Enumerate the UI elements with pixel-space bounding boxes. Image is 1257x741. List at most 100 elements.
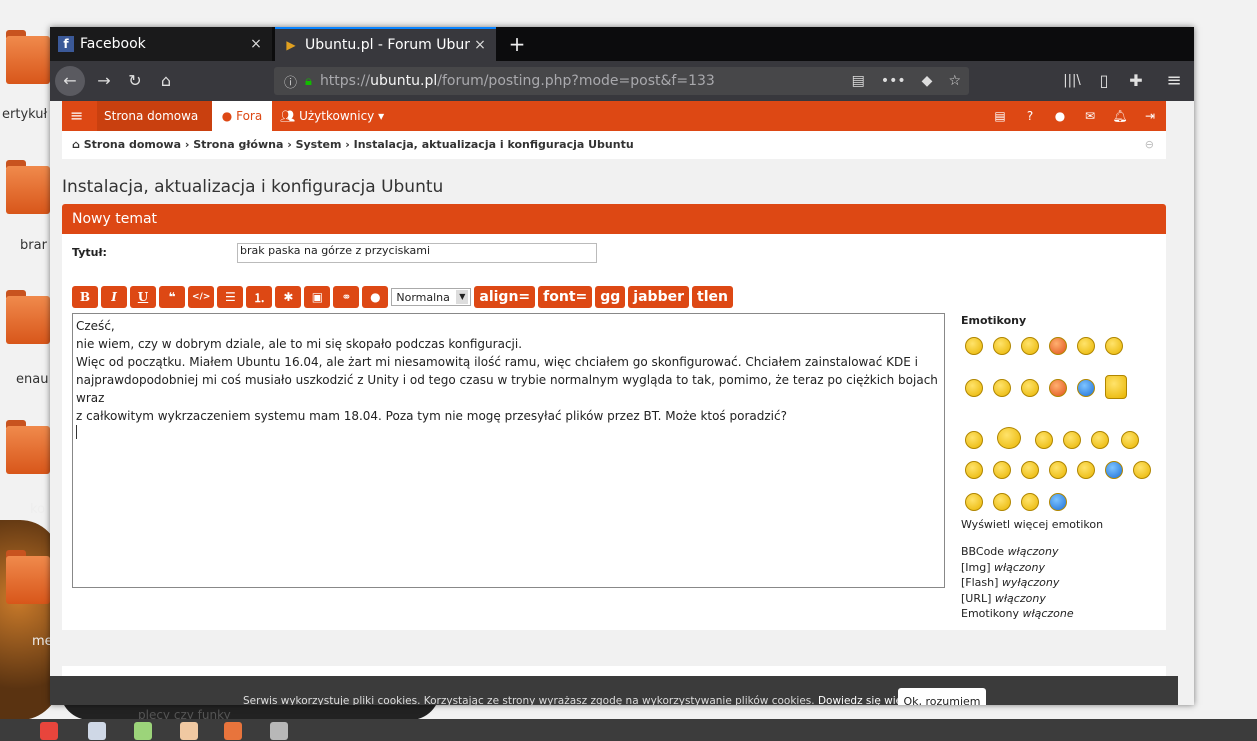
emoticon-icon[interactable] [965,493,983,511]
nav-users-link[interactable]: 👥︎ Użytkownicy ▾ [280,101,384,131]
emoticon-icon[interactable] [1049,379,1067,397]
sidebar-toggle-icon[interactable]: ▯ [1092,69,1116,93]
ordered-list-button[interactable]: ⒈ [246,286,273,308]
logout-icon[interactable]: ⇥ [1142,108,1158,124]
tlen-button[interactable]: tlen [692,286,733,308]
help-icon[interactable]: ? [1022,108,1038,124]
emoticon-icon[interactable] [993,493,1011,511]
extension-icon[interactable]: ✚ [1124,69,1148,93]
presentation-launcher-icon[interactable] [180,722,198,740]
pocket-icon[interactable]: ◆ [922,73,933,89]
emoticon-icon[interactable] [1049,493,1067,511]
emoticon-icon[interactable] [1121,431,1139,449]
reload-button[interactable]: ↻ [123,69,147,93]
list-button[interactable]: ☰ [217,286,244,308]
nav-fora-link[interactable]: ● Fora [212,101,272,131]
color-button[interactable]: ● [362,286,389,308]
desktop-folder-icon[interactable] [6,420,50,474]
emoticon-icon[interactable] [1133,461,1151,479]
subject-label: Tytuł: [72,246,107,259]
emoticon-grid [961,333,1161,533]
subject-input[interactable]: brak paska na górze z przyciskami [237,243,597,263]
url-bar[interactable]: ⓘ 🔒︎ https://ubuntu.pl/forum/posting.php… [274,67,969,95]
rss-icon[interactable]: ▤ [992,108,1008,124]
back-button[interactable]: ← [55,66,85,96]
breadcrumb-item[interactable]: Instalacja, aktualizacja i konfiguracja … [354,138,634,151]
quote-button[interactable]: ❝ [159,286,185,308]
inbox-icon[interactable]: ✉ [1082,108,1098,124]
cookie-accept-button[interactable]: Ok, rozumiem [898,688,986,705]
library-icon[interactable]: |||\ [1060,69,1084,93]
emoticon-icon[interactable] [993,461,1011,479]
font-size-select[interactable]: Normalna ▼ [391,288,472,306]
reader-view-icon[interactable]: ▤ [852,73,865,89]
breadcrumb-item[interactable]: Strona główna [193,138,283,151]
list-item-button[interactable]: ✱ [275,286,302,308]
emoticon-icon[interactable] [1049,337,1067,355]
menu-icon[interactable]: ≡ [70,101,86,131]
underline-button[interactable]: U [130,286,156,308]
emoticon-icon[interactable] [1035,431,1053,449]
breadcrumb-item[interactable]: System [296,138,342,151]
emoticon-icon[interactable] [1105,337,1123,355]
emoticon-icon[interactable] [1021,461,1039,479]
emoticon-icon[interactable] [965,461,983,479]
emoticon-icon[interactable] [1091,431,1109,449]
breadcrumb-item[interactable]: Strona domowa [84,138,181,151]
chrome-launcher-icon[interactable] [40,722,58,740]
emoticon-icon[interactable] [993,337,1011,355]
close-tab-icon[interactable]: × [470,37,490,53]
document-launcher-icon[interactable] [88,722,106,740]
more-emoticons-link[interactable]: Wyświetl więcej emotikon [961,518,1103,531]
tab-ubuntu-forum[interactable]: ▶ Ubuntu.pl - Forum Ubuntu × [275,27,496,61]
emoticon-icon[interactable] [965,337,983,355]
notifications-bell-icon[interactable]: 🔔︎ [1112,108,1128,124]
emoticon-icon[interactable] [997,427,1021,449]
italic-button[interactable]: I [101,286,127,308]
emoticon-icon[interactable] [1021,337,1039,355]
emoticon-icon[interactable] [1021,493,1039,511]
site-info-icon[interactable]: ⓘ [284,72,297,91]
bold-button[interactable]: B [72,286,98,308]
calendar-launcher-icon[interactable] [270,722,288,740]
hamburger-menu-icon[interactable]: ≡ [1162,69,1186,93]
emoticon-icon[interactable] [1077,379,1095,397]
jabber-button[interactable]: jabber [628,286,689,308]
spreadsheet-launcher-icon[interactable] [134,722,152,740]
emoticon-icon[interactable] [1077,337,1095,355]
emoticons-title: Emotikony [961,314,1027,327]
gg-button[interactable]: gg [595,286,626,308]
close-tab-icon[interactable]: × [246,36,266,52]
desktop-folder-icon[interactable] [6,550,50,604]
nav-home-link[interactable]: Strona domowa [104,101,198,131]
emoticon-icon[interactable] [1105,375,1127,399]
align-button[interactable]: align= [474,286,536,308]
desktop-folder-icon[interactable] [6,160,50,214]
emoticon-icon[interactable] [965,431,983,449]
link-button[interactable]: ⚭ [333,286,360,308]
emoticon-icon[interactable] [1105,461,1123,479]
tab-facebook[interactable]: f Facebook × [50,27,272,61]
collapse-icon[interactable]: ⊖ [1145,131,1154,159]
user-icon[interactable]: ● [1052,108,1068,124]
emoticon-icon[interactable] [1077,461,1095,479]
emoticon-icon[interactable] [993,379,1011,397]
new-tab-button[interactable]: + [506,32,528,56]
url-text[interactable]: https://ubuntu.pl/forum/posting.php?mode… [320,73,844,89]
forward-button[interactable]: → [92,69,116,93]
message-textarea[interactable]: Cześć, nie wiem, czy w dobrym dziale, al… [72,313,945,588]
software-launcher-icon[interactable] [224,722,242,740]
scrollbar[interactable] [1180,101,1194,705]
bookmark-star-icon[interactable]: ☆ [948,73,961,89]
desktop-folder-icon[interactable] [6,30,50,84]
page-actions-icon[interactable]: ••• [881,73,906,89]
desktop-folder-icon[interactable] [6,290,50,344]
emoticon-icon[interactable] [1049,461,1067,479]
emoticon-icon[interactable] [1063,431,1081,449]
home-button[interactable]: ⌂ [154,69,178,93]
code-button[interactable]: </> [188,286,215,308]
font-button[interactable]: font= [538,286,593,308]
image-button[interactable]: ▣ [304,286,331,308]
emoticon-icon[interactable] [1021,379,1039,397]
emoticon-icon[interactable] [965,379,983,397]
